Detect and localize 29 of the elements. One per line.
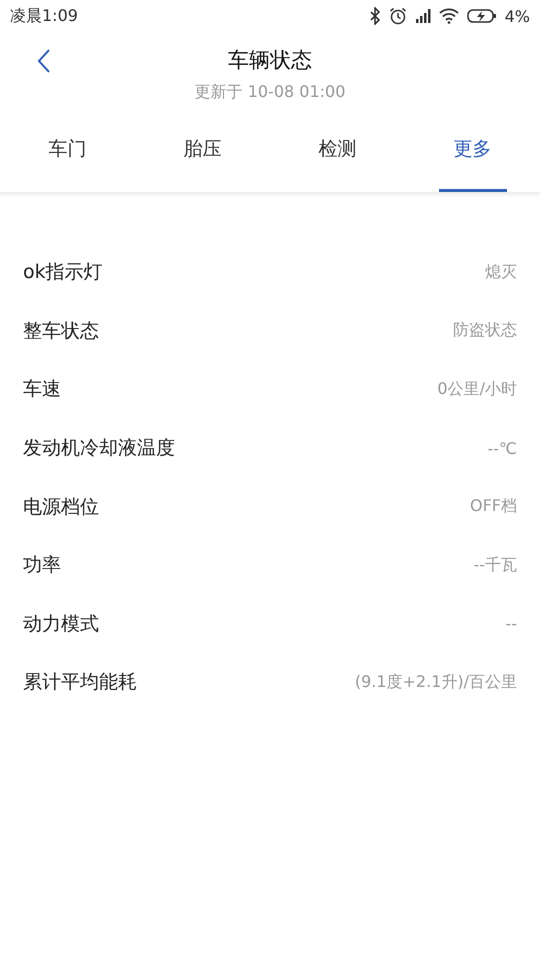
alarm-icon	[388, 7, 407, 25]
row-label: ok指示灯	[23, 260, 103, 286]
row-value: --℃	[487, 438, 517, 458]
row-label: 车速	[23, 377, 61, 402]
battery-percent: 4%	[504, 6, 530, 26]
signal-icon	[414, 8, 431, 24]
row-value: OFF档	[470, 496, 517, 518]
row-value: --	[505, 614, 517, 634]
tab[interactable]: 更多	[405, 112, 540, 192]
row-value: --千瓦	[473, 554, 517, 576]
row-value: 防盗状态	[453, 320, 517, 342]
status-time: 凌晨1:09	[10, 6, 78, 26]
page-title: 车辆状态	[228, 47, 312, 74]
tab[interactable]: 车门	[0, 112, 135, 192]
row-label: 发动机冷却液温度	[23, 436, 175, 462]
update-time: 更新于 10-08 01:00	[194, 82, 346, 103]
row-value: (9.1度+2.1升)/百公里	[354, 672, 517, 693]
row-label: 功率	[23, 553, 61, 578]
row-value: 0公里/小时	[437, 378, 517, 400]
row-label: 电源档位	[23, 494, 99, 520]
wifi-icon	[438, 8, 459, 24]
tab[interactable]: 胎压	[135, 112, 270, 192]
tab[interactable]: 检测	[270, 112, 405, 192]
row-value: 熄灭	[485, 262, 517, 283]
row-label: 动力模式	[23, 612, 99, 637]
bluetooth-icon	[368, 7, 381, 25]
row-label: 整车状态	[23, 318, 99, 344]
row-label: 累计平均能耗	[23, 670, 137, 696]
battery-charging-icon	[466, 8, 497, 24]
